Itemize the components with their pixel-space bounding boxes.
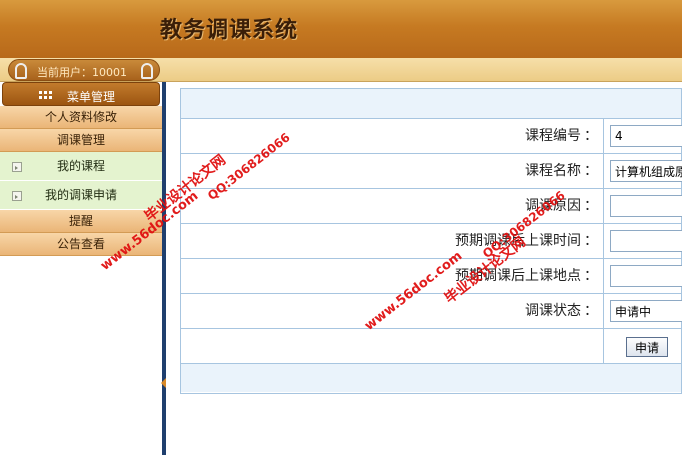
current-user-label: 当前用户：10001 bbox=[37, 66, 127, 79]
form-row-reason: 调课原因： bbox=[181, 189, 682, 224]
reason-input[interactable] bbox=[610, 195, 682, 217]
expected-location-input[interactable] bbox=[610, 265, 682, 287]
form-row-course-id: 课程编号： bbox=[181, 119, 682, 154]
menu-header-label: 菜单管理 bbox=[67, 90, 116, 104]
sidebar-item-my-courses[interactable]: 我的课程 bbox=[0, 152, 162, 181]
sidebar: 菜单管理 个人资料修改 调课管理 我的课程 我的调课申请 提醒 公告查看 bbox=[0, 82, 163, 455]
field-label: 调课状态 bbox=[525, 303, 581, 319]
form-row-status: 调课状态： bbox=[181, 294, 682, 329]
status-input[interactable] bbox=[610, 300, 682, 322]
app-header: 教务调课系统 bbox=[0, 0, 682, 58]
menu-grid-icon bbox=[39, 91, 53, 99]
colon: ： bbox=[584, 163, 598, 179]
form-row-expected-time: 预期调课后上课时间： bbox=[181, 224, 682, 259]
request-form: 课程编号： 课程名称： 调课原因： 预期调课后上课时间： 预期调课后上课地点： … bbox=[180, 88, 682, 394]
form-footer bbox=[181, 364, 681, 392]
submit-request-button[interactable]: 申请 bbox=[626, 337, 669, 357]
sidebar-splitter[interactable] bbox=[162, 82, 166, 455]
menu-header[interactable]: 菜单管理 bbox=[2, 82, 160, 106]
course-name-input[interactable] bbox=[610, 160, 682, 182]
app-title: 教务调课系统 bbox=[160, 17, 299, 43]
user-bar: 当前用户：10001 bbox=[0, 58, 682, 82]
field-label: 课程编号 bbox=[525, 128, 581, 144]
current-user-badge: 当前用户：10001 bbox=[8, 59, 160, 81]
expected-time-input[interactable] bbox=[610, 230, 682, 252]
course-id-input[interactable] bbox=[610, 125, 682, 147]
sidebar-item-label: 我的课程 bbox=[56, 159, 105, 173]
ring-icon bbox=[141, 63, 153, 79]
sidebar-item-my-requests[interactable]: 我的调课申请 bbox=[0, 181, 162, 210]
colon: ： bbox=[584, 303, 598, 319]
sidebar-item-label: 我的调课申请 bbox=[44, 188, 117, 202]
form-header bbox=[181, 89, 681, 119]
colon: ： bbox=[584, 268, 598, 284]
sidebar-item-profile[interactable]: 个人资料修改 bbox=[0, 106, 162, 129]
colon: ： bbox=[584, 198, 598, 214]
colon: ： bbox=[584, 128, 598, 144]
field-label: 课程名称 bbox=[525, 163, 581, 179]
colon: ： bbox=[584, 233, 598, 249]
collapse-arrow-icon[interactable] bbox=[161, 378, 166, 388]
sidebar-item-course-change[interactable]: 调课管理 bbox=[0, 129, 162, 152]
form-actions: 申请 bbox=[181, 329, 681, 364]
ring-icon bbox=[15, 63, 27, 79]
